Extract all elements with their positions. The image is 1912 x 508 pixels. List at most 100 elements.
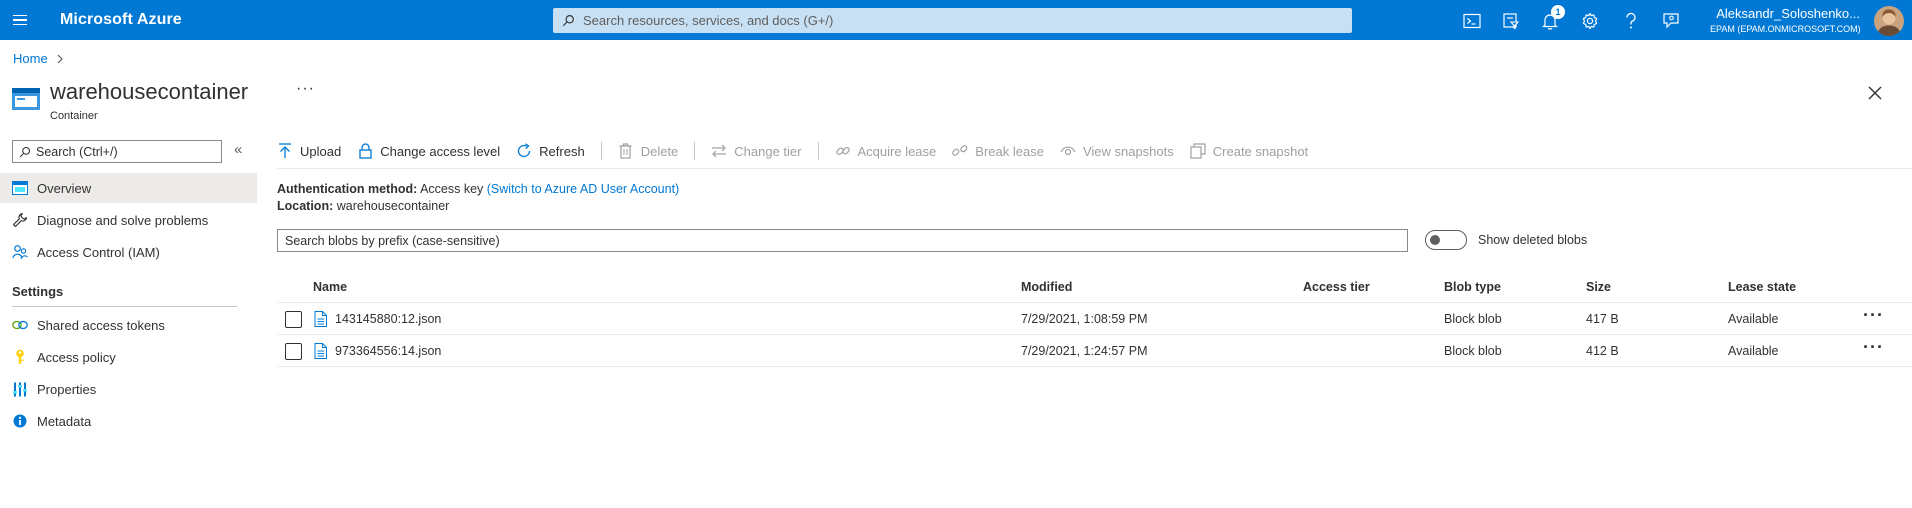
nav-item-diagnose[interactable]: Diagnose and solve problems: [0, 205, 257, 235]
search-icon: [562, 15, 574, 27]
more-options-button[interactable]: ···: [296, 80, 315, 98]
eye-icon: [1060, 143, 1076, 159]
column-header-modified[interactable]: Modified: [1021, 280, 1072, 294]
search-icon: [19, 146, 31, 157]
settings-icon[interactable]: [1577, 8, 1603, 34]
change-tier-label: Change tier: [734, 143, 802, 159]
breadcrumb-home-link[interactable]: Home: [13, 51, 48, 66]
upload-button[interactable]: Upload: [277, 137, 341, 165]
show-deleted-toggle[interactable]: [1425, 230, 1467, 250]
lock-icon: [357, 143, 373, 159]
nav-item-label: Shared access tokens: [37, 317, 165, 333]
key-icon: [12, 349, 28, 365]
nav-item-label: Metadata: [37, 413, 92, 429]
nav-item-shared-access-tokens[interactable]: Shared access tokens: [0, 310, 257, 340]
nav-item-label: Diagnose and solve problems: [37, 212, 209, 228]
nav-item-access-policy[interactable]: Access policy: [0, 342, 257, 372]
row-more-options-button[interactable]: ···: [1863, 305, 1884, 326]
blob-modified: 7/29/2021, 1:24:57 PM: [1021, 344, 1148, 358]
create-snapshot-button[interactable]: Create snapshot: [1190, 137, 1308, 165]
nav-search-input[interactable]: [36, 144, 216, 159]
blob-name-link[interactable]: 143145880:12.json: [335, 312, 441, 326]
nav-item-label: Access Control (IAM): [37, 244, 160, 260]
row-checkbox[interactable]: [285, 311, 302, 328]
directory-filter-icon[interactable]: [1498, 8, 1524, 34]
blob-lease-state: Available: [1728, 344, 1779, 358]
delete-button[interactable]: Delete: [618, 137, 678, 165]
column-header-blob-type[interactable]: Blob type: [1444, 280, 1501, 294]
link-chain-icon: [835, 143, 851, 159]
nav-search-box[interactable]: [12, 140, 222, 163]
blob-modified: 7/29/2021, 1:08:59 PM: [1021, 312, 1148, 326]
break-lease-label: Break lease: [975, 143, 1044, 159]
nav-section-settings: Settings: [12, 284, 64, 299]
acquire-lease-button[interactable]: Acquire lease: [835, 137, 937, 165]
link-icon: [12, 317, 28, 333]
nav-divider: [12, 306, 237, 307]
file-icon: [314, 343, 327, 362]
avatar[interactable]: [1874, 6, 1904, 36]
switch-auth-link[interactable]: (Switch to Azure AD User Account): [487, 182, 679, 196]
location-label: Location:: [277, 199, 334, 213]
snapshot-icon: [1190, 143, 1206, 159]
blob-name-link[interactable]: 973364556:14.json: [335, 344, 441, 358]
nav-item-access-control[interactable]: Access Control (IAM): [0, 237, 257, 267]
auth-method-label: Authentication method:: [277, 182, 418, 196]
global-search-input[interactable]: [583, 13, 1283, 28]
table-row[interactable]: 973364556:14.json 7/29/2021, 1:24:57 PM …: [277, 335, 1912, 367]
table-row[interactable]: 143145880:12.json 7/29/2021, 1:08:59 PM …: [277, 303, 1912, 335]
page-subtitle: Container: [50, 110, 98, 122]
blob-lease-state: Available: [1728, 312, 1779, 326]
blob-type: Block blob: [1444, 344, 1502, 358]
account-info[interactable]: Aleksandr_Soloshenko... EPAM (EPAM.ONMIC…: [1710, 6, 1861, 34]
acquire-lease-label: Acquire lease: [857, 143, 937, 159]
blob-size: 412 B: [1586, 344, 1619, 358]
change-tier-button[interactable]: Change tier: [711, 137, 802, 165]
help-icon[interactable]: [1618, 8, 1644, 34]
nav-item-label: Overview: [37, 180, 92, 196]
break-lease-button[interactable]: Break lease: [952, 137, 1044, 165]
blob-size: 417 B: [1586, 312, 1619, 326]
notifications-icon[interactable]: 1: [1537, 5, 1565, 34]
page-title: warehousecontainer: [50, 79, 249, 104]
nav-item-overview[interactable]: Overview: [0, 173, 257, 203]
column-header-access-tier[interactable]: Access tier: [1303, 280, 1370, 294]
refresh-icon: [516, 143, 532, 159]
wrench-icon: [12, 212, 28, 228]
info-icon: [12, 413, 28, 429]
column-header-lease-state[interactable]: Lease state: [1728, 280, 1796, 294]
change-access-level-label: Change access level: [380, 143, 501, 159]
change-access-level-button[interactable]: Change access level: [357, 137, 500, 165]
blob-search-box[interactable]: [277, 229, 1408, 252]
nav-item-label: Properties: [37, 381, 97, 397]
blob-search-input[interactable]: [278, 230, 1407, 251]
collapse-nav-icon[interactable]: «: [234, 141, 250, 159]
trash-icon: [618, 143, 634, 159]
nav-item-metadata[interactable]: Metadata: [0, 406, 257, 436]
view-snapshots-button[interactable]: View snapshots: [1060, 137, 1174, 165]
people-icon: [12, 244, 28, 260]
command-separator: [600, 142, 602, 160]
top-bar: Microsoft Azure 1 Aleksandr_Soloshenko..…: [0, 0, 1912, 40]
column-header-name[interactable]: Name: [313, 280, 347, 294]
row-checkbox[interactable]: [285, 343, 302, 360]
swap-arrows-icon: [711, 143, 727, 159]
global-search-box[interactable]: [553, 8, 1352, 33]
feedback-icon[interactable]: [1658, 8, 1684, 34]
brand-name[interactable]: Microsoft Azure: [60, 11, 182, 29]
upload-label: Upload: [300, 143, 342, 159]
command-separator: [694, 142, 696, 160]
container-icon: [12, 88, 40, 115]
upload-icon: [277, 143, 293, 159]
row-more-options-button[interactable]: ···: [1863, 337, 1884, 358]
cloud-shell-icon[interactable]: [1459, 8, 1485, 34]
close-icon[interactable]: [1865, 83, 1885, 103]
file-icon: [314, 311, 327, 330]
refresh-label: Refresh: [539, 143, 585, 159]
properties-icon: [12, 381, 28, 397]
column-header-size[interactable]: Size: [1586, 280, 1611, 294]
hamburger-menu-icon[interactable]: [8, 8, 32, 32]
user-tenant: EPAM (EPAM.ONMICROSOFT.COM): [1710, 24, 1861, 34]
refresh-button[interactable]: Refresh: [516, 137, 585, 165]
nav-item-properties[interactable]: Properties: [0, 374, 257, 404]
